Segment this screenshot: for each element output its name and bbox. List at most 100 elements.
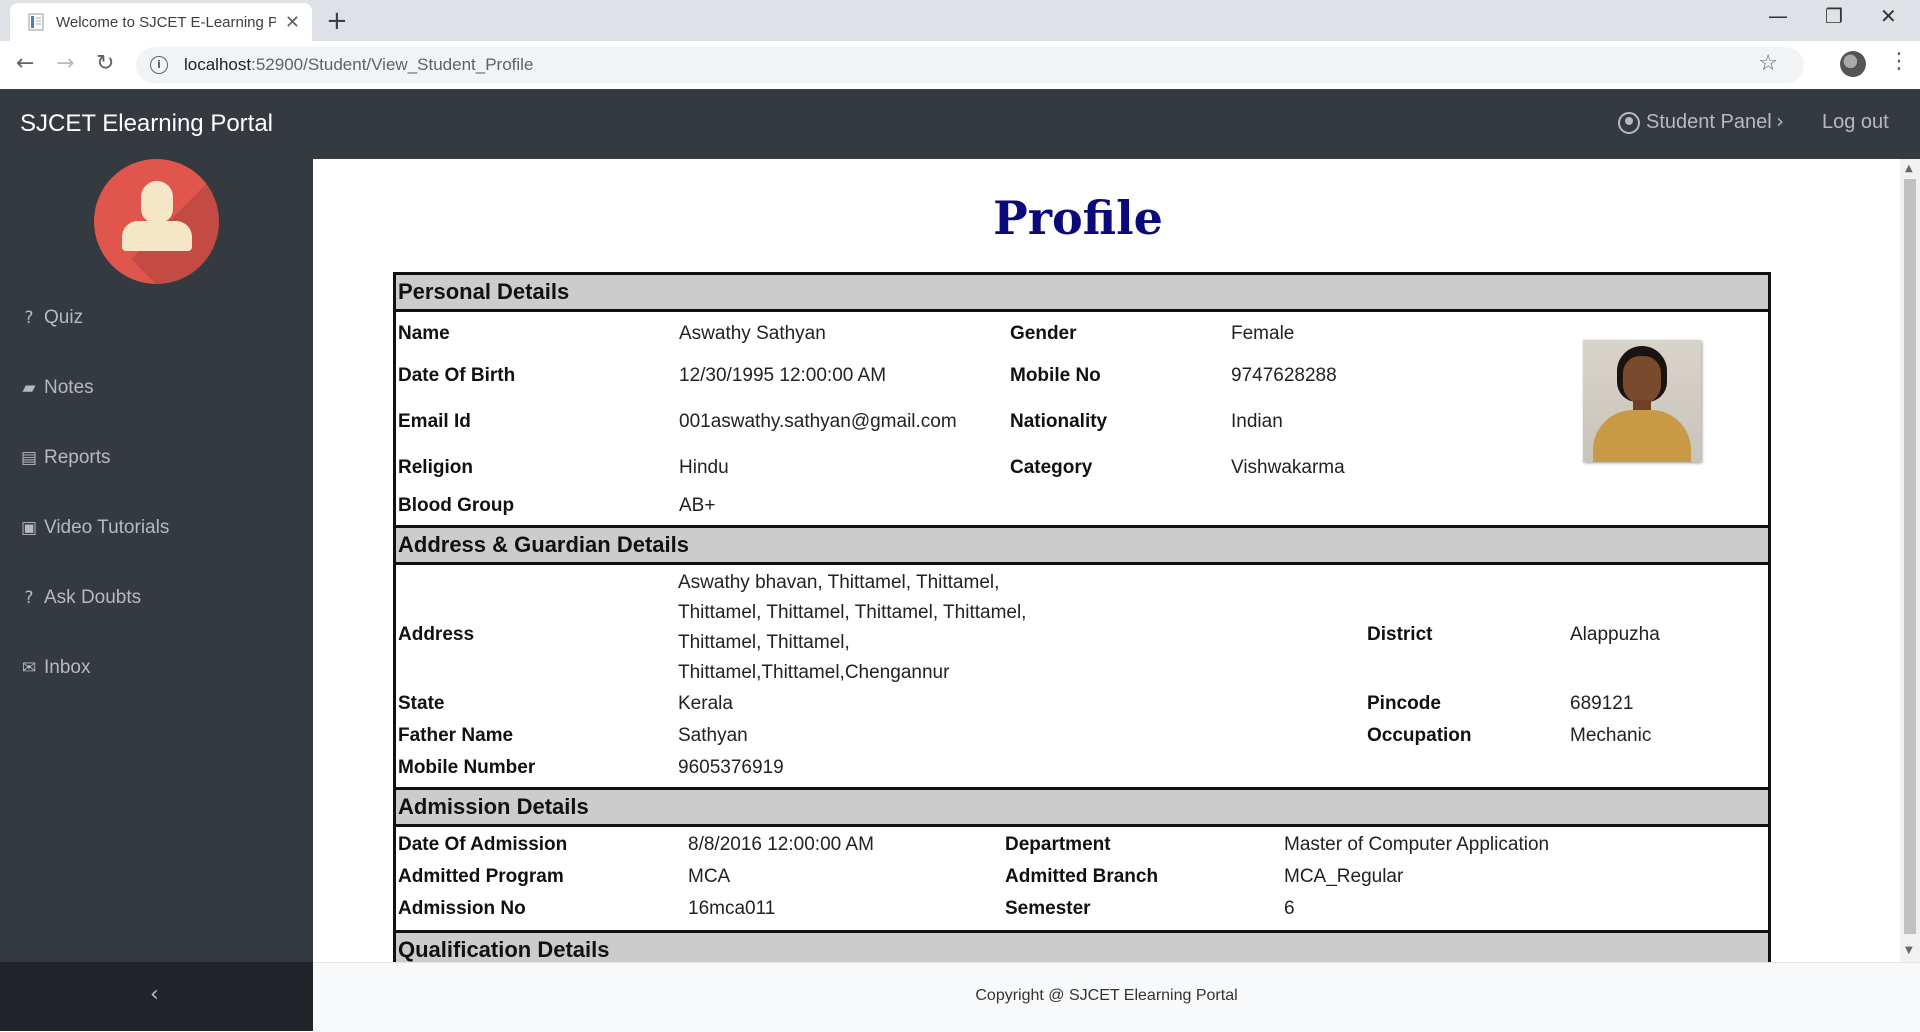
scrollbar-thumb[interactable]: [1904, 179, 1916, 934]
guardian-mobile-label: Mobile Number: [398, 757, 536, 778]
scroll-down-arrow-icon[interactable]: ▼: [1905, 945, 1913, 956]
main-content: Profile Personal Details Name Aswathy Sa…: [313, 159, 1900, 962]
name-value: Aswathy Sathyan: [679, 323, 826, 344]
copyright-text: Copyright @ SJCET Elearning Portal: [975, 987, 1238, 1004]
admitted-program-label: Admitted Program: [398, 866, 564, 887]
email-value: 001aswathy.sathyan@gmail.com: [679, 411, 957, 432]
email-label: Email Id: [398, 411, 471, 432]
site-info-icon[interactable]: i: [150, 56, 168, 74]
address-line-3: Thittamel, Thittamel,: [678, 632, 850, 653]
browser-tab-strip: Welcome to SJCET E-Learning Po ✕ + — ❐ ✕: [0, 0, 1920, 41]
personal-details-section: Personal Details Name Aswathy Sathyan Ge…: [393, 272, 1771, 528]
browser-profile-avatar[interactable]: [1840, 51, 1866, 77]
district-label: District: [1367, 624, 1433, 645]
address-line-1: Aswathy bhavan, Thittamel, Thittamel,: [678, 572, 1000, 593]
section-heading: Admission Details: [396, 790, 1768, 827]
user-avatar: [94, 159, 219, 284]
window-close-button[interactable]: ✕: [1880, 4, 1897, 28]
department-value: Master of Computer Application: [1284, 834, 1550, 855]
gender-value: Female: [1231, 323, 1295, 344]
state-value: Kerala: [678, 693, 733, 714]
state-label: State: [398, 693, 445, 714]
student-photo: [1583, 340, 1701, 462]
brand-title[interactable]: SJCET Elearning Portal: [20, 110, 273, 138]
sidebar-item-ask-doubts[interactable]: ? Ask Doubts: [20, 587, 141, 609]
district-value: Alappuzha: [1570, 624, 1660, 645]
forward-arrow-icon[interactable]: →: [56, 51, 74, 76]
address-line-2: Thittamel, Thittamel, Thittamel, Thittam…: [678, 602, 1027, 623]
sidebar-collapse-icon[interactable]: ‹: [150, 982, 159, 1007]
window-minimize-button[interactable]: —: [1768, 4, 1788, 28]
browser-tab[interactable]: Welcome to SJCET E-Learning Po ✕: [10, 3, 312, 41]
address-bar[interactable]: i localhost:52900/Student/View_Student_P…: [136, 47, 1804, 83]
qualification-details-section: Qualification Details: [393, 930, 1771, 962]
browser-menu-icon[interactable]: ⋮: [1888, 49, 1910, 74]
admission-details-section: Admission Details Date Of Admission 8/8/…: [393, 787, 1771, 933]
new-tab-button[interactable]: +: [326, 6, 348, 36]
occupation-label: Occupation: [1367, 725, 1472, 746]
semester-label: Semester: [1005, 898, 1091, 919]
guardian-mobile-value: 9605376919: [678, 757, 784, 778]
page-footer: Copyright @ SJCET Elearning Portal: [313, 962, 1920, 1032]
chevron-right-icon: ›: [1776, 109, 1784, 133]
date-of-admission-value: 8/8/2016 12:00:00 AM: [688, 834, 874, 855]
app-header: SJCET Elearning Portal Student Panel › L…: [0, 89, 1920, 159]
student-panel-label: Student Panel: [1646, 111, 1772, 133]
pincode-label: Pincode: [1367, 693, 1441, 714]
file-icon: ▤: [20, 448, 38, 468]
envelope-icon: ✉: [21, 658, 37, 678]
section-heading: Qualification Details: [396, 933, 1768, 962]
religion-value: Hindu: [679, 457, 729, 478]
back-arrow-icon[interactable]: ←: [16, 51, 34, 76]
nationality-label: Nationality: [1010, 411, 1108, 432]
admission-no-label: Admission No: [398, 898, 526, 919]
sidebar-item-label: Inbox: [44, 657, 91, 678]
sidebar-item-inbox[interactable]: ✉ Inbox: [20, 657, 91, 679]
question-circle-icon: ?: [24, 588, 34, 608]
url-text: localhost:52900/Student/View_Student_Pro…: [184, 55, 534, 74]
window-restore-button[interactable]: ❐: [1825, 4, 1843, 28]
sidebar-item-quiz[interactable]: ? Quiz: [20, 307, 83, 329]
category-value: Vishwakarma: [1231, 457, 1345, 478]
sidebar-item-label: Ask Doubts: [44, 587, 142, 608]
section-heading: Address & Guardian Details: [396, 528, 1768, 565]
reload-icon[interactable]: ↻: [96, 51, 114, 76]
department-label: Department: [1005, 834, 1111, 855]
father-name-label: Father Name: [398, 725, 514, 746]
logout-link[interactable]: Log out: [1822, 111, 1889, 134]
sidebar-item-label: Video Tutorials: [44, 517, 170, 538]
sidebar-item-reports[interactable]: ▤ Reports: [20, 447, 111, 469]
scroll-up-arrow-icon[interactable]: ▲: [1905, 163, 1913, 174]
address-label: Address: [398, 624, 475, 645]
bookmark-star-icon[interactable]: ☆: [1758, 51, 1778, 76]
sidebar-item-label: Quiz: [44, 307, 84, 328]
browser-toolbar: ← → ↻ i localhost:52900/Student/View_Stu…: [0, 41, 1920, 90]
dob-label: Date Of Birth: [398, 365, 516, 386]
browser-tab-title: Welcome to SJCET E-Learning Po: [56, 13, 276, 31]
name-label: Name: [398, 323, 450, 344]
gender-label: Gender: [1010, 323, 1077, 344]
address-guardian-section: Address & Guardian Details Address Aswat…: [393, 525, 1771, 790]
admitted-branch-label: Admitted Branch: [1005, 866, 1159, 887]
address-line-4: Thittamel,Thittamel,Chengannur: [678, 662, 950, 683]
section-heading: Personal Details: [396, 275, 1768, 312]
student-panel-link[interactable]: Student Panel: [1618, 111, 1772, 134]
sidebar-item-notes[interactable]: ▰ Notes: [20, 377, 93, 399]
category-label: Category: [1010, 457, 1093, 478]
page-title: Profile: [993, 191, 1163, 245]
dob-value: 12/30/1995 12:00:00 AM: [679, 365, 887, 386]
mobile-label: Mobile No: [1010, 365, 1101, 386]
video-file-icon: ▣: [20, 518, 38, 538]
mobile-value: 9747628288: [1231, 365, 1337, 386]
question-circle-icon: ?: [24, 308, 34, 328]
tab-close-icon[interactable]: ✕: [285, 12, 300, 33]
sidebar-item-video-tutorials[interactable]: ▣ Video Tutorials: [20, 517, 169, 539]
semester-value: 6: [1284, 898, 1295, 919]
father-name-value: Sathyan: [678, 725, 748, 746]
pincode-value: 689121: [1570, 693, 1634, 714]
blood-group-value: AB+: [679, 495, 716, 516]
sidebar-footer: ‹: [0, 962, 313, 1031]
admitted-program-value: MCA: [688, 866, 731, 887]
page-scrollbar[interactable]: ▲ ▼: [1900, 159, 1920, 962]
sidebar: ? Quiz ▰ Notes ▤ Reports ▣ Video Tutoria…: [0, 159, 313, 962]
